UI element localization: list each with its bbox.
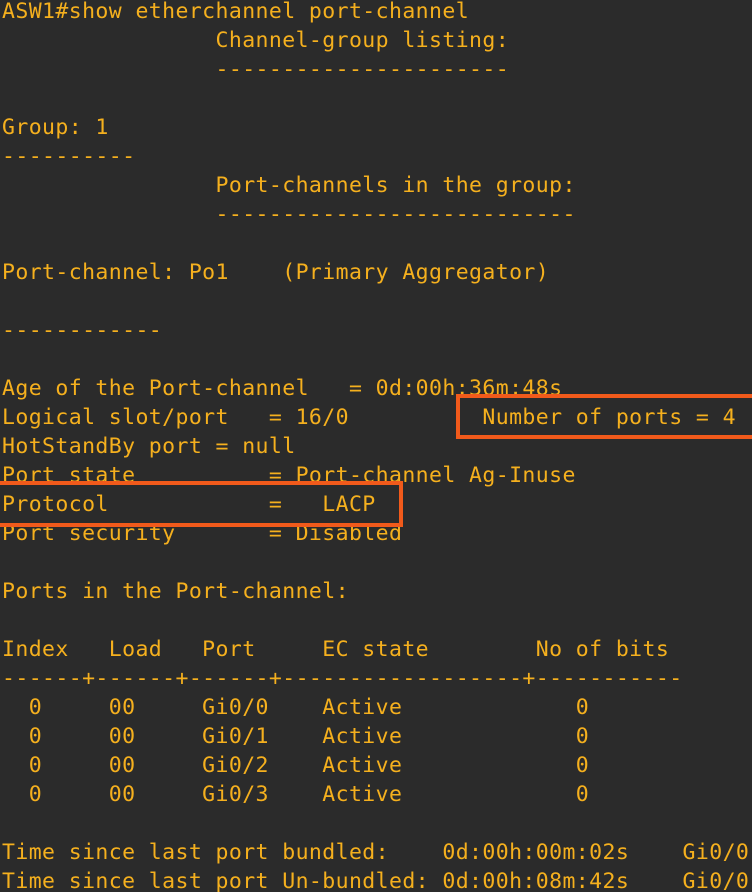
terminal-line-port-channels-heading: Port-channels in the group:	[2, 173, 576, 198]
table-row: 0 00 Gi0/0 Active 0	[2, 695, 590, 720]
table-row: 0 00 Gi0/3 Active 0	[2, 782, 590, 807]
table-row: 0 00 Gi0/1 Active 0	[2, 724, 590, 749]
terminal-line-port-channel: Port-channel: Po1 (Primary Aggregator)	[2, 260, 550, 285]
terminal-line-separator: ------------	[2, 318, 163, 343]
table-row: 0 00 Gi0/2 Active 0	[2, 753, 590, 778]
terminal-line-group-underline: ----------	[2, 144, 136, 169]
terminal-line-channel-group-heading: Channel-group listing:	[2, 28, 510, 53]
terminal-line-group: Group: 1	[2, 115, 109, 140]
terminal-window: ASW1#show etherchannel port-channel Chan…	[0, 0, 752, 892]
terminal-line-hotstandby: HotStandBy port = null	[2, 434, 296, 459]
terminal-line-table-divider: ------+------+------+------------------+…	[2, 666, 683, 691]
terminal-line-port-channels-underline: ---------------------------	[2, 202, 576, 227]
terminal-line-last-bundled: Time since last port bundled: 0d:00h:00m…	[2, 840, 750, 865]
protocol-highlight-box	[0, 481, 403, 527]
number-of-ports-highlight-box	[456, 394, 752, 439]
terminal-line-command: ASW1#show etherchannel port-channel	[2, 0, 470, 24]
terminal-line-last-unbundled: Time since last port Un-bundled: 0d:00h:…	[2, 869, 750, 892]
terminal-line-heading-underline: ----------------------	[2, 57, 510, 82]
terminal-line-table-header: Index Load Port EC state No of bits	[2, 637, 670, 662]
terminal-line-ports-heading: Ports in the Port-channel:	[2, 579, 349, 604]
